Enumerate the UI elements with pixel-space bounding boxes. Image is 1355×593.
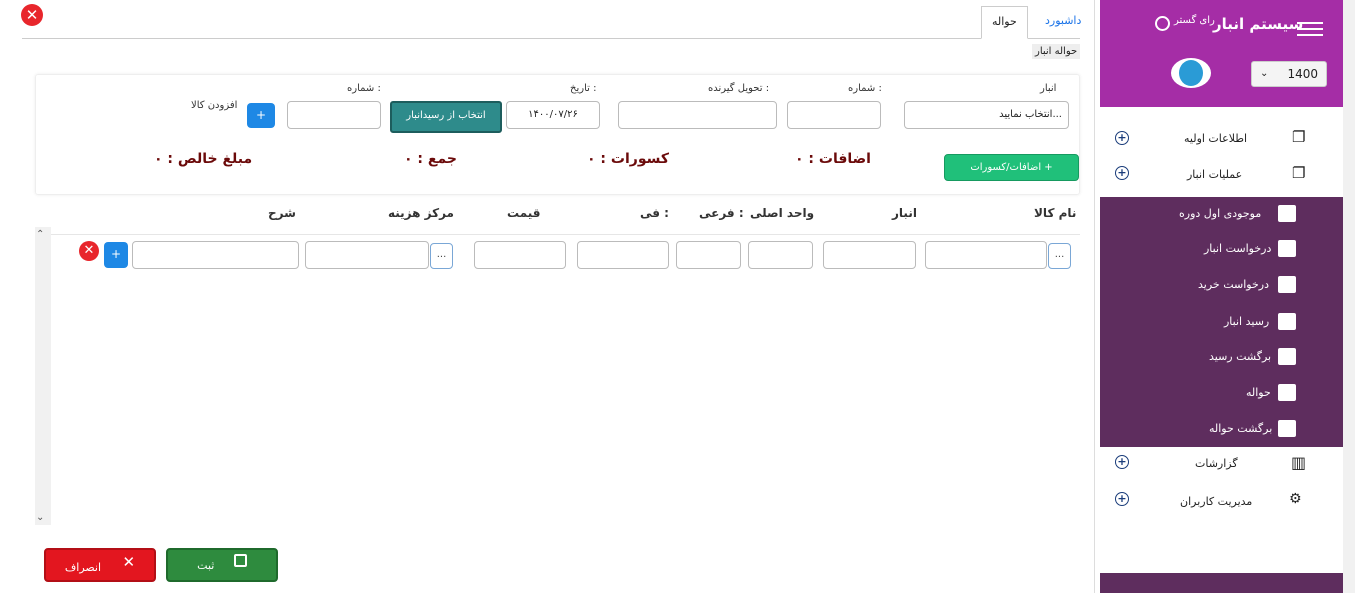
submenu-purchase-request[interactable]: درخواست خرید (1198, 278, 1269, 291)
col-header-sub: فرعی : (699, 206, 744, 220)
date-input[interactable]: ۱۴۰۰/۰۷/۲۶ (506, 101, 600, 129)
menu-reports[interactable]: گزارشات (1195, 457, 1238, 470)
submenu-havale-return[interactable]: برگشت حواله (1209, 422, 1272, 435)
fee-input[interactable] (577, 241, 669, 269)
save-button[interactable]: ثبت (166, 548, 278, 582)
submenu-havale[interactable]: حواله (1246, 386, 1271, 399)
table-icon (1278, 240, 1296, 257)
col-header-price: قیمت (507, 206, 541, 220)
description-input[interactable] (132, 241, 299, 269)
shomare-input[interactable] (787, 101, 881, 129)
avatar[interactable] (1171, 58, 1211, 88)
tab-havale[interactable]: حواله (981, 6, 1028, 39)
table-icon (1278, 348, 1296, 365)
shomare-label: شماره : (848, 83, 882, 94)
col-header-unit: واحد اصلی (750, 206, 815, 220)
grid-scrollbar[interactable] (35, 227, 51, 525)
add-item-label: افزودن کالا (191, 100, 238, 111)
close-icon: ✕ (122, 553, 136, 571)
delete-row-icon[interactable]: ✕ (79, 241, 99, 261)
kosurat-total: کسورات : ۰ (587, 151, 669, 167)
col-header-fee: فی : (640, 206, 669, 220)
unit-input[interactable] (748, 241, 813, 269)
submenu-warehouse-request[interactable]: درخواست انبار (1204, 242, 1271, 255)
year-value: 1400 (1287, 67, 1318, 81)
adjustments-button[interactable]: اضافات/کسورات + (944, 154, 1079, 181)
ezafat-total: اضافات : ۰ (795, 151, 871, 167)
submenu-warehouse-receipt[interactable]: رسید انبار (1224, 315, 1269, 328)
add-item-button[interactable]: + (247, 103, 275, 128)
kala-picker-button[interactable]: ... (1048, 243, 1071, 269)
brand-logo-icon (1155, 16, 1170, 31)
expand-icon[interactable]: + (1115, 131, 1129, 145)
select-from-receipt-button[interactable]: انتخاب از رسیدانبار (390, 101, 502, 133)
users-cog-icon: ⚙ (1289, 491, 1302, 507)
price-input[interactable] (474, 241, 566, 269)
page-scrollbar[interactable] (1343, 0, 1355, 593)
jam-total: جمع : ۰ (404, 151, 457, 167)
expand-icon[interactable]: + (1115, 492, 1129, 506)
expand-icon[interactable]: + (1115, 455, 1129, 469)
col-header-cost-center: مرکز هزینه (388, 206, 454, 220)
grid-header-divider (35, 234, 1080, 235)
floppy-icon (233, 553, 247, 567)
submenu-receipt-return[interactable]: برگشت رسید (1209, 350, 1271, 363)
scroll-down-icon[interactable]: ⌄ (36, 512, 44, 523)
expand-icon[interactable]: + (1115, 166, 1129, 180)
tabs-divider (22, 38, 1080, 39)
main-scroll-edge (1094, 0, 1095, 593)
col-header-anbar: انبار (892, 206, 917, 220)
tab-dashboard[interactable]: داشبورد (1035, 6, 1091, 39)
submenu-opening-stock[interactable]: موجودی اول دوره (1179, 207, 1261, 220)
table-icon (1278, 420, 1296, 437)
sub-unit-input[interactable] (676, 241, 741, 269)
cancel-button[interactable]: انصراف ✕ (44, 548, 156, 582)
table-icon (1278, 384, 1296, 401)
table-icon (1278, 205, 1296, 222)
date-label: تاریخ : (570, 83, 597, 94)
table-icon (1278, 276, 1296, 293)
receiver-input[interactable] (618, 101, 777, 129)
receiver-label: تحویل گیرنده : (708, 83, 770, 94)
cancel-label: انصراف (64, 561, 102, 574)
shomare2-input[interactable] (287, 101, 381, 129)
net-amount-total: مبلغ خالص : ۰ (154, 151, 253, 167)
menu-warehouse-ops[interactable]: عملیات انبار (1187, 168, 1242, 181)
col-header-desc: شرح (268, 206, 296, 220)
anbar-row-input[interactable] (823, 241, 916, 269)
table-icon (1278, 313, 1296, 330)
anbar-select[interactable]: انتخاب نمایید... (904, 101, 1069, 129)
copy-icon: ❐ (1292, 164, 1306, 182)
close-page-icon[interactable]: ✕ (21, 4, 43, 26)
menu-user-management[interactable]: مدیریت کاربران (1180, 495, 1252, 508)
scroll-up-icon[interactable]: ⌃ (36, 229, 44, 240)
sidebar-footer (1100, 573, 1343, 593)
kala-input[interactable] (925, 241, 1047, 269)
chevron-down-icon: ⌄ (1260, 68, 1269, 79)
save-label: ثبت (197, 559, 215, 572)
chart-icon: ▥ (1291, 453, 1307, 472)
anbar-label: انبار (1040, 83, 1057, 94)
sidebar-title: سیستم انبار (1213, 15, 1304, 33)
add-row-button[interactable]: + (104, 242, 128, 268)
menu-basic-info[interactable]: اطلاعات اولیه (1184, 132, 1247, 145)
header-form-panel (35, 74, 1080, 195)
cost-center-input[interactable] (305, 241, 429, 269)
shomare2-label: شماره : (347, 83, 381, 94)
submenu-panel (1100, 197, 1343, 447)
year-select[interactable]: ⌄ 1400 (1251, 61, 1327, 87)
copy-icon: ❐ (1292, 128, 1306, 146)
brand-label: رای گستر (1174, 15, 1215, 26)
col-header-kala: نام کالا (1034, 206, 1077, 220)
cost-center-picker-button[interactable]: ... (430, 243, 453, 269)
page-title: حواله انبار (1032, 44, 1081, 59)
